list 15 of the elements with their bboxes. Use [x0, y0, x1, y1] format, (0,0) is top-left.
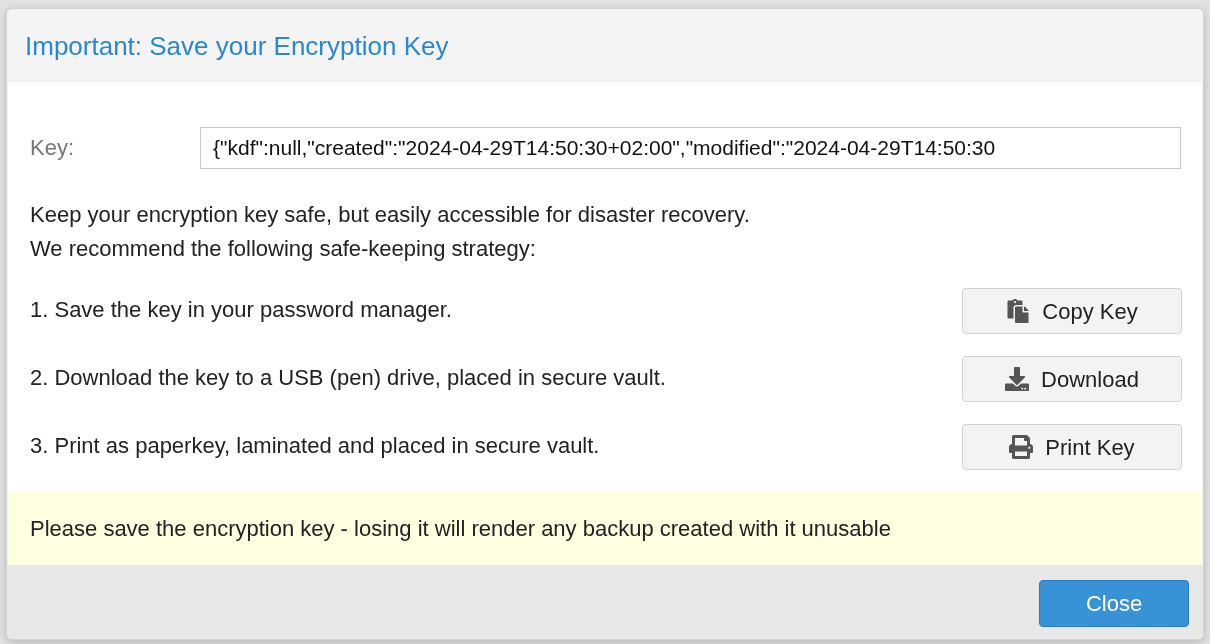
clipboard-icon	[1006, 299, 1031, 323]
key-label: Key:	[30, 134, 76, 162]
key-field[interactable]: {"kdf":null,"created":"2024-04-29T14:50:30+02:00","modified":"2024-04-29T14:50:30	[200, 127, 1181, 169]
dialog-title: Important: Save your Encryption Key	[25, 29, 449, 62]
step-button[interactable]: Copy Key	[962, 288, 1182, 334]
step-button[interactable]: Download	[962, 356, 1182, 402]
step-text: 1. Save the key in your password manager.	[30, 296, 452, 324]
step-text: 3. Print as paperkey, laminated and placed in secure vault.	[30, 432, 600, 460]
download-icon	[1005, 367, 1030, 391]
step-button[interactable]: Print Key	[962, 424, 1182, 470]
warning-text: Please save the encryption key - losing it will render any backup created with it unusable	[30, 514, 891, 543]
intro-text: Keep your encryption key safe, but easily accessible for disaster recovery.	[30, 201, 750, 229]
intro-text: We recommend the following safe-keeping strategy:	[30, 235, 536, 263]
step-text: 2. Download the key to a USB (pen) drive, placed in secure vault.	[30, 364, 666, 392]
printer-icon	[1009, 435, 1034, 459]
